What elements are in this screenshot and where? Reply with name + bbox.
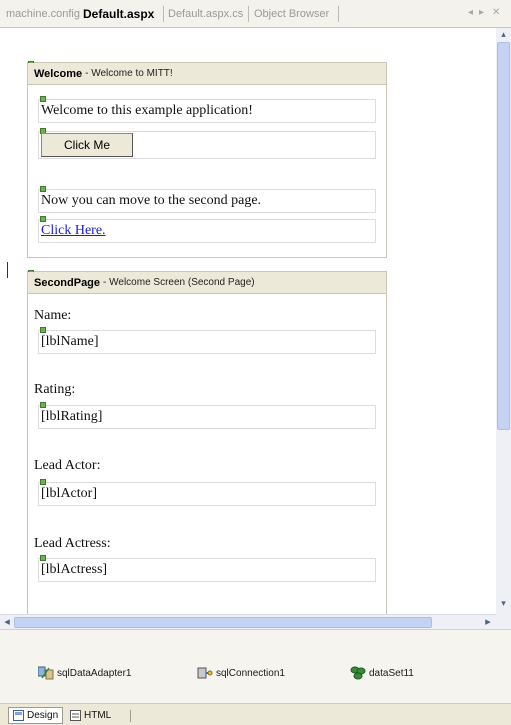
lbl-actress-text: [lblActress] <box>41 562 108 577</box>
scroll-right-icon[interactable]: ▸ <box>482 616 494 628</box>
text-caret <box>7 262 8 278</box>
click-here-link-container: Click Here. <box>38 216 376 243</box>
second-page-user-control[interactable]: SecondPage - Welcome Screen (Second Page… <box>27 270 387 614</box>
click-me-button[interactable]: Click Me <box>41 133 133 157</box>
tab-machine-config[interactable]: machine.config <box>6 8 80 20</box>
field-label-rating: Rating: <box>34 382 76 397</box>
welcome-control-description: - Welcome to MITT! <box>85 68 173 79</box>
tray-item-dataset[interactable]: dataSet11 <box>350 666 414 680</box>
welcome-control-name: Welcome <box>34 67 83 80</box>
tray-item-label: dataSet11 <box>369 667 414 679</box>
next-page-label-text: Now you can move to the second page. <box>41 193 262 208</box>
lbl-rating-text: [lblRating] <box>41 409 103 424</box>
next-page-label[interactable]: Now you can move to the second page. <box>38 186 376 213</box>
control-glyph-icon <box>40 96 46 102</box>
tab-design-label: Design <box>27 710 59 721</box>
welcome-label[interactable]: Welcome to this example application! <box>38 96 376 123</box>
tab-object-browser[interactable]: Object Browser <box>254 8 329 20</box>
control-glyph-icon <box>40 327 46 333</box>
second-page-control-description: - Welcome Screen (Second Page) <box>103 277 255 288</box>
view-tab-separator <box>130 710 131 722</box>
data-adapter-icon <box>38 666 54 680</box>
control-glyph-icon <box>40 402 46 408</box>
horizontal-scrollbar[interactable]: ◂ ▸ <box>0 614 496 629</box>
close-icon[interactable]: ✕ <box>492 7 500 18</box>
design-view-icon <box>13 710 24 721</box>
welcome-control-header: Welcome - Welcome to MITT! <box>28 63 386 85</box>
tab-scroll-right-icon[interactable]: ▸ <box>479 7 484 18</box>
tab-separator <box>163 6 164 22</box>
welcome-label-text: Welcome to this example application! <box>41 103 253 118</box>
lbl-actor-text: [lblActor] <box>41 486 97 501</box>
tab-separator <box>248 6 249 22</box>
field-label-name: Name: <box>34 308 72 323</box>
view-tab-bar: Design HTML <box>0 703 511 725</box>
second-page-control-name: SecondPage <box>34 276 101 289</box>
scrollbar-corner <box>496 614 511 629</box>
tray-item-label: sqlConnection1 <box>216 667 285 679</box>
scroll-left-icon[interactable]: ◂ <box>1 616 13 628</box>
field-label-lead-actor: Lead Actor: <box>34 458 101 473</box>
tab-html[interactable]: HTML <box>66 707 115 724</box>
html-view-icon <box>70 710 81 721</box>
tab-html-label: HTML <box>84 710 112 721</box>
tray-item-sql-data-adapter[interactable]: sqlDataAdapter1 <box>38 666 132 680</box>
vertical-scroll-thumb[interactable] <box>497 42 510 430</box>
lbl-name-text: [lblName] <box>41 334 99 349</box>
control-glyph-icon <box>40 479 46 485</box>
field-label-lead-actress: Lead Actress: <box>34 536 111 551</box>
tray-item-sql-connection[interactable]: sqlConnection1 <box>197 666 285 680</box>
scroll-down-icon[interactable]: ▾ <box>498 598 509 609</box>
tab-default-aspx-cs[interactable]: Default.aspx.cs <box>168 8 243 20</box>
horizontal-scroll-thumb[interactable] <box>14 617 432 628</box>
field-value-name[interactable]: [lblName] <box>38 327 376 354</box>
button-container: Click Me <box>38 128 376 159</box>
tab-design[interactable]: Design <box>8 707 64 724</box>
vertical-scrollbar[interactable]: ▴ ▾ <box>496 28 511 614</box>
tray-item-label: sqlDataAdapter1 <box>57 667 132 679</box>
field-value-lead-actress[interactable]: [lblActress] <box>38 555 376 582</box>
document-tab-strip: machine.config Default.aspx Default.aspx… <box>0 0 511 28</box>
control-glyph-icon <box>40 186 46 192</box>
control-glyph-icon <box>40 555 46 561</box>
connection-icon <box>197 667 213 679</box>
field-value-lead-actor[interactable]: [lblActor] <box>38 479 376 506</box>
component-tray: sqlDataAdapter1 sqlConnection1 dataSet11 <box>0 629 511 703</box>
click-here-link[interactable]: Click Here. <box>41 223 106 239</box>
tab-default-aspx[interactable]: Default.aspx <box>83 7 154 21</box>
tab-scroll-left-icon[interactable]: ◂ <box>468 7 473 18</box>
second-page-control-header: SecondPage - Welcome Screen (Second Page… <box>28 272 386 294</box>
tab-separator <box>338 6 339 22</box>
design-surface[interactable]: Welcome - Welcome to MITT! Welcome to th… <box>0 28 496 614</box>
dataset-icon <box>350 666 366 680</box>
field-value-rating[interactable]: [lblRating] <box>38 402 376 429</box>
welcome-user-control[interactable]: Welcome - Welcome to MITT! Welcome to th… <box>27 61 387 258</box>
control-glyph-icon <box>40 216 46 222</box>
scroll-up-icon[interactable]: ▴ <box>498 29 509 40</box>
